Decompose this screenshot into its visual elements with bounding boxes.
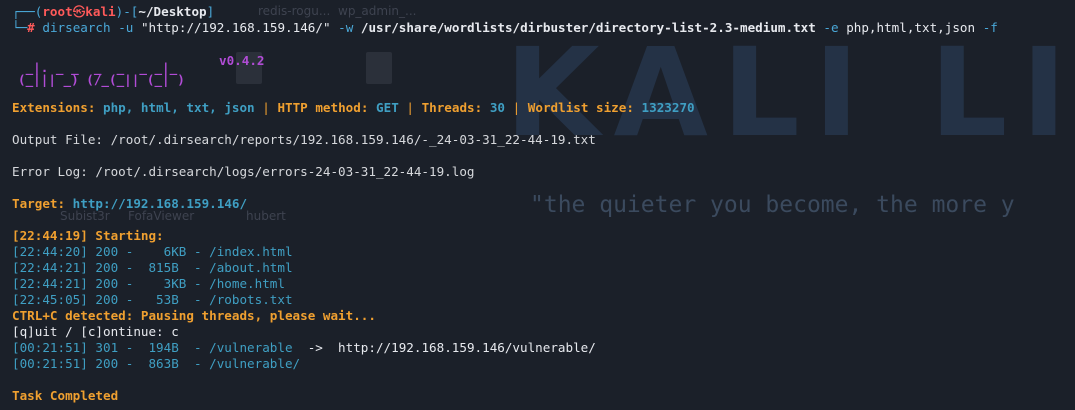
target-label: Target: bbox=[12, 196, 66, 211]
target-line: Target: http://192.168.159.146/ bbox=[12, 196, 247, 212]
summary-separator: | bbox=[512, 100, 521, 115]
command-extensions-arg: php,html,txt,json bbox=[846, 20, 976, 35]
prompt-hash: # bbox=[27, 20, 35, 35]
command-name: dirsearch bbox=[42, 20, 111, 35]
desktop-icon-label: redis-rogu... bbox=[258, 4, 331, 18]
prompt-frame: ┌──( bbox=[12, 4, 43, 19]
summary-label: Threads: bbox=[421, 100, 483, 115]
scan-summary: Extensions: php, html, txt, json | HTTP … bbox=[12, 100, 695, 116]
command-wordlist-arg: /usr/share/wordlists/dirbuster/directory… bbox=[360, 20, 816, 35]
prompt-frame: ] bbox=[206, 4, 215, 19]
output-file-line: Output File: /root/.dirsearch/reports/19… bbox=[12, 132, 596, 147]
prompt-frame: )-[ bbox=[115, 4, 139, 19]
prompt-frame: └─ bbox=[12, 20, 28, 35]
summary-value: php, html, txt, json bbox=[103, 100, 255, 115]
redirect-url: http://192.168.159.146/vulnerable/ bbox=[338, 340, 596, 355]
summary-value: 1323270 bbox=[641, 100, 695, 115]
prompt-host: kali bbox=[85, 4, 116, 19]
command-flag: -f bbox=[982, 20, 998, 35]
result-row: [22:44:21] 200 - 815B - /about.html bbox=[12, 260, 293, 275]
result-row: [22:45:05] 200 - 53B - /robots.txt bbox=[12, 292, 293, 307]
ctrl-c-notice: CTRL+C detected: Pausing threads, please… bbox=[12, 308, 376, 323]
desktop-icon-label: wp_admin_... bbox=[338, 4, 417, 18]
wallpaper-slogan: "the quieter you become, the more y bbox=[530, 192, 1015, 218]
terminal-window[interactable]: KALI LI "the quieter you become, the mor… bbox=[0, 0, 1075, 410]
result-row: [00:21:51] 301 - 194B - /vulnerable -> h… bbox=[12, 340, 596, 356]
summary-label: Wordlist size: bbox=[527, 100, 634, 115]
prompt-user: root bbox=[42, 4, 73, 19]
error-log-line: Error Log: /root/.dirsearch/logs/errors-… bbox=[12, 164, 475, 179]
command-line[interactable]: └─# dirsearch -u "http://192.168.159.146… bbox=[12, 20, 998, 36]
summary-value: 30 bbox=[489, 100, 505, 115]
command-url-arg: "http://192.168.159.146/" bbox=[140, 20, 331, 35]
result-row: [00:21:51] 200 - 863B - /vulnerable/ bbox=[12, 356, 301, 371]
summary-value: GET bbox=[376, 100, 399, 115]
banner-version: v0.4.2 bbox=[219, 53, 265, 68]
desktop-icon-label: hubert bbox=[246, 209, 286, 223]
summary-separator: | bbox=[262, 100, 270, 115]
target-url: http://192.168.159.146/ bbox=[72, 196, 248, 211]
result-row: [22:44:21] 200 - 3KB - /home.html bbox=[12, 276, 285, 291]
summary-label: HTTP method: bbox=[277, 100, 369, 115]
command-flag: -u bbox=[118, 20, 134, 35]
command-flag: -w bbox=[338, 20, 354, 35]
summary-label: Extensions: bbox=[12, 100, 96, 115]
task-completed-line: Task Completed bbox=[12, 388, 119, 403]
desktop-file-icon bbox=[366, 52, 392, 84]
result-row: [22:44:20] 200 - 6KB - /index.html bbox=[12, 244, 293, 259]
banner-art-line-2: (_||| _) (/_(_|| (_| ) bbox=[18, 72, 185, 87]
redirect-arrow: -> bbox=[292, 340, 339, 355]
prompt-path: ~/Desktop bbox=[138, 4, 207, 19]
result-text: [00:21:51] 301 - 194B - /vulnerable bbox=[12, 340, 293, 355]
summary-separator: | bbox=[406, 100, 414, 115]
prompt-header: ┌──(root㉿kali)-[~/Desktop] bbox=[12, 4, 214, 20]
prompt-at: ㉿ bbox=[72, 4, 86, 19]
starting-line: [22:44:19] Starting: bbox=[12, 228, 164, 243]
quit-continue-prompt[interactable]: [q]uit / [c]ontinue: c bbox=[12, 324, 179, 340]
command-flag: -e bbox=[823, 20, 839, 35]
